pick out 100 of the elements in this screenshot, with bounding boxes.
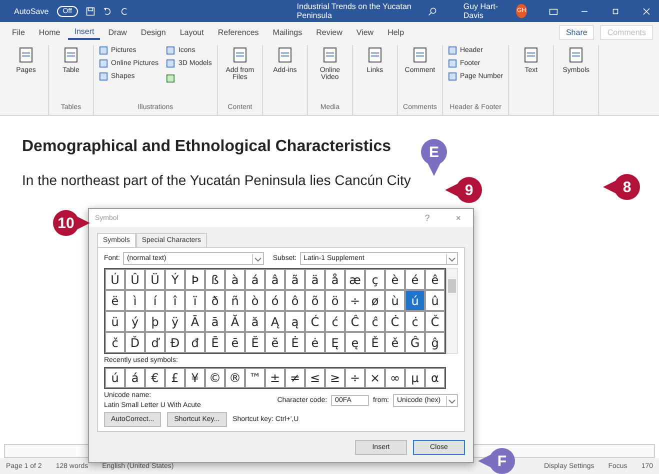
symbol-cell[interactable]: ú: [405, 290, 425, 311]
vertical-scrollbar[interactable]: [446, 268, 458, 354]
symbol-cell[interactable]: Ě: [365, 332, 385, 353]
symbol-cell[interactable]: ý: [125, 311, 145, 332]
symbol-cell[interactable]: Ă: [225, 311, 245, 332]
symbol-cell[interactable]: Ĕ: [245, 332, 265, 353]
symbol-cell[interactable]: Ď: [125, 332, 145, 353]
symbol-cell[interactable]: ā: [205, 311, 225, 332]
symbol-cell[interactable]: Đ: [165, 332, 185, 353]
recent-symbol[interactable]: ®: [225, 368, 245, 388]
ribbon-tab[interactable]: Home: [32, 26, 66, 38]
symbol-cell[interactable]: æ: [345, 269, 365, 290]
symbol-cell[interactable]: Č: [425, 311, 445, 332]
symbol-cell[interactable]: ò: [245, 290, 265, 311]
symbol-cell[interactable]: ċ: [405, 311, 425, 332]
symbol-cell[interactable]: č: [105, 332, 125, 353]
symbol-cell[interactable]: Ü: [145, 269, 165, 290]
smartart-icon[interactable]: [166, 74, 176, 83]
symbol-cell[interactable]: ë: [105, 290, 125, 311]
symbol-cell[interactable]: à: [225, 269, 245, 290]
symbol-cell[interactable]: ï: [185, 290, 205, 311]
symbol-cell[interactable]: ñ: [225, 290, 245, 311]
recent-symbol[interactable]: ≥: [325, 368, 345, 388]
symbol-cell[interactable]: í: [145, 290, 165, 311]
ribbon-tab[interactable]: Help: [382, 26, 410, 38]
recent-symbol[interactable]: ©: [205, 368, 225, 388]
symbol-cell[interactable]: Ĝ: [405, 332, 425, 353]
recent-symbol[interactable]: ≤: [305, 368, 325, 388]
recent-symbol[interactable]: ÷: [345, 368, 365, 388]
ribbon-tab[interactable]: References: [212, 26, 265, 38]
symbol-cell[interactable]: ä: [305, 269, 325, 290]
symbol-cell[interactable]: â: [265, 269, 285, 290]
symbol-cell[interactable]: ü: [105, 311, 125, 332]
symbol-cell[interactable]: ą: [285, 311, 305, 332]
close-icon[interactable]: [642, 6, 652, 16]
recent-symbol[interactable]: ∞: [385, 368, 405, 388]
ribbon-tab[interactable]: Draw: [102, 26, 133, 38]
symbol-cell[interactable]: Ý: [165, 269, 185, 290]
recent-symbol[interactable]: ×: [365, 368, 385, 388]
share-button[interactable]: Share: [558, 24, 594, 40]
recent-symbol[interactable]: ™: [245, 368, 265, 388]
ribbon-tab[interactable]: Layout: [174, 26, 210, 38]
symbol-cell[interactable]: ø: [365, 290, 385, 311]
symbol-cell[interactable]: ð: [205, 290, 225, 311]
recent-symbol[interactable]: €: [145, 368, 165, 388]
symbol-cell[interactable]: Ę: [325, 332, 345, 353]
symbol-cell[interactable]: Ė: [285, 332, 305, 353]
save-icon[interactable]: [86, 6, 95, 16]
symbol-cell[interactable]: õ: [305, 290, 325, 311]
recent-symbol[interactable]: á: [125, 368, 145, 388]
symbol-cell[interactable]: ė: [305, 332, 325, 353]
symbol-cell[interactable]: ã: [285, 269, 305, 290]
recent-symbol[interactable]: £: [165, 368, 185, 388]
ribbon-tab[interactable]: Insert: [68, 24, 100, 40]
symbol-cell[interactable]: Û: [125, 269, 145, 290]
symbol-cell[interactable]: ÿ: [165, 311, 185, 332]
symbol-cell[interactable]: ě: [385, 332, 405, 353]
ribbon-tab[interactable]: File: [6, 26, 31, 38]
ribbon-tab[interactable]: View: [350, 26, 380, 38]
symbol-cell[interactable]: Ā: [185, 311, 205, 332]
symbol-cell[interactable]: ĉ: [365, 311, 385, 332]
recent-symbol[interactable]: ≠: [285, 368, 305, 388]
ribbon-tab[interactable]: Review: [310, 26, 348, 38]
symbol-cell[interactable]: ô: [285, 290, 305, 311]
symbol-cell[interactable]: û: [425, 290, 445, 311]
search-icon[interactable]: [428, 6, 438, 16]
symbol-cell[interactable]: Ċ: [385, 311, 405, 332]
symbol-cell[interactable]: ì: [125, 290, 145, 311]
ribbon-tab[interactable]: Design: [134, 26, 172, 38]
symbol-cell[interactable]: Ĉ: [345, 311, 365, 332]
symbol-cell[interactable]: đ: [185, 332, 205, 353]
symbol-cell[interactable]: ÷: [345, 290, 365, 311]
symbol-cell[interactable]: ù: [385, 290, 405, 311]
symbol-cell[interactable]: ĝ: [425, 332, 445, 353]
recent-symbol[interactable]: ¥: [185, 368, 205, 388]
ribbon-tab[interactable]: Mailings: [266, 26, 308, 38]
symbol-cell[interactable]: è: [385, 269, 405, 290]
close-button[interactable]: ×: [450, 212, 467, 224]
symbol-cell[interactable]: ę: [345, 332, 365, 353]
redo-icon[interactable]: [120, 6, 129, 16]
symbol-cell[interactable]: î: [165, 290, 185, 311]
symbol-cell[interactable]: ē: [225, 332, 245, 353]
recent-symbol[interactable]: ±: [265, 368, 285, 388]
symbol-cell[interactable]: á: [245, 269, 265, 290]
symbol-cell[interactable]: ß: [205, 269, 225, 290]
symbol-cell[interactable]: ĕ: [265, 332, 285, 353]
symbol-cell[interactable]: Þ: [185, 269, 205, 290]
recent-symbol[interactable]: ú: [105, 368, 125, 388]
symbol-cell[interactable]: é: [405, 269, 425, 290]
symbol-cell[interactable]: Ą: [265, 311, 285, 332]
symbol-cell[interactable]: ă: [245, 311, 265, 332]
symbol-cell[interactable]: ö: [325, 290, 345, 311]
symbol-cell[interactable]: Ē: [205, 332, 225, 353]
symbol-cell[interactable]: þ: [145, 311, 165, 332]
symbol-cell[interactable]: ç: [365, 269, 385, 290]
recent-symbol[interactable]: α: [425, 368, 445, 388]
help-button[interactable]: ?: [418, 212, 436, 224]
symbol-cell[interactable]: å: [325, 269, 345, 290]
symbol-cell[interactable]: ď: [145, 332, 165, 353]
symbol-cell[interactable]: ć: [325, 311, 345, 332]
